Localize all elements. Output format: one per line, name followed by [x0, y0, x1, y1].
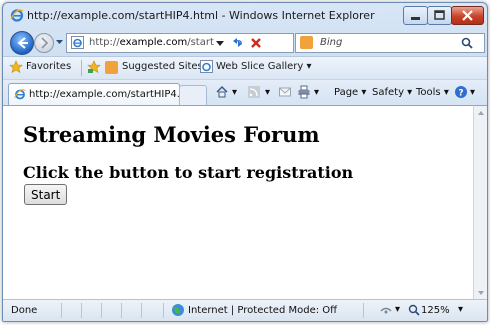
help-icon[interactable]: ? [454, 85, 468, 99]
status-divider [101, 303, 102, 318]
forward-button[interactable] [34, 33, 54, 53]
address-url: http://example.com/start [89, 37, 214, 48]
zoom-level[interactable]: 125% [421, 305, 450, 316]
suggested-sites-icon [105, 61, 118, 74]
feeds-dropdown-icon[interactable]: ▾ [265, 87, 270, 98]
status-divider [61, 303, 62, 318]
safety-menu[interactable]: Safety ▾ [372, 87, 412, 98]
window-title: http://example.com/startHIP4.html - Wind… [27, 9, 375, 22]
search-icon[interactable] [460, 36, 474, 50]
new-tab-button[interactable] [179, 85, 207, 105]
refresh-icon[interactable] [230, 35, 245, 50]
feeds-icon[interactable] [247, 85, 261, 99]
page-menu[interactable]: Page ▾ [334, 87, 366, 98]
toolbar-divider [81, 60, 82, 76]
status-divider [141, 303, 142, 318]
title-bar: http://example.com/startHIP4.html - Wind… [3, 3, 487, 27]
address-dropdown-icon[interactable] [216, 39, 224, 47]
web-slice-icon [200, 60, 213, 73]
svg-text:?: ? [458, 89, 463, 99]
minimize-icon [411, 17, 420, 20]
status-bar: Done Internet | Protected Mode: Off ▾ 12… [3, 299, 487, 321]
stop-icon[interactable] [249, 36, 263, 50]
help-dropdown-icon[interactable]: ▾ [470, 87, 475, 98]
recent-pages-dropdown-icon[interactable] [55, 37, 64, 46]
favorites-star-icon [9, 60, 23, 74]
page-content: Streaming Movies Forum Click the button … [3, 105, 473, 300]
favorites-button[interactable]: Favorites [26, 61, 71, 72]
internet-zone-globe-icon [172, 304, 184, 316]
start-button[interactable]: Start [24, 184, 68, 205]
ie-logo-icon [10, 9, 24, 22]
navigation-bar: http://example.com/start Bing [3, 29, 487, 55]
status-divider [121, 303, 122, 318]
favorites-bar: Favorites Suggested Sites ▾ Web Slice Ga… [3, 56, 487, 79]
zoom-icon[interactable] [407, 303, 421, 317]
home-icon[interactable] [215, 85, 229, 99]
forward-arrow-icon [41, 37, 49, 49]
browser-window: http://example.com/startHIP4.html - Wind… [2, 2, 488, 322]
back-arrow-icon [17, 37, 28, 49]
vertical-scrollbar[interactable] [473, 105, 488, 300]
tab-label: http://example.com/startHIP4.ht... [29, 89, 200, 100]
suggested-sites-link[interactable]: Suggested Sites ▾ [122, 61, 211, 72]
search-placeholder: Bing [320, 37, 343, 48]
tools-menu[interactable]: Tools ▾ [416, 87, 449, 98]
bing-logo-icon [300, 36, 313, 49]
print-dropdown-icon[interactable]: ▾ [314, 87, 319, 98]
web-slice-gallery-link[interactable]: Web Slice Gallery ▾ [216, 61, 312, 72]
zoom-dropdown-icon[interactable]: ▾ [458, 304, 463, 315]
maximize-button[interactable] [427, 6, 452, 25]
status-divider [81, 303, 82, 318]
tab-bar: http://example.com/startHIP4.ht... ▾ ▾ ▾… [3, 79, 487, 106]
search-field[interactable]: Bing [295, 33, 485, 53]
print-icon[interactable] [297, 85, 311, 99]
read-mail-icon[interactable] [278, 85, 292, 99]
security-zone-text: Internet | Protected Mode: Off [188, 305, 338, 316]
page-heading: Streaming Movies Forum [23, 122, 320, 147]
tab-active[interactable]: http://example.com/startHIP4.ht... [8, 83, 200, 106]
page-subheading: Click the button to start registration [23, 163, 354, 182]
scroll-up-icon[interactable] [474, 106, 488, 120]
status-text: Done [11, 305, 38, 316]
home-dropdown-icon[interactable]: ▾ [232, 87, 237, 98]
maximize-icon [434, 10, 445, 20]
protected-mode-icon[interactable] [379, 303, 393, 317]
minimize-button[interactable] [403, 6, 428, 25]
status-divider [163, 303, 164, 318]
close-button[interactable] [451, 6, 484, 25]
protected-mode-dropdown-icon[interactable]: ▾ [395, 304, 400, 315]
scroll-down-icon[interactable] [474, 286, 488, 300]
page-icon [71, 36, 84, 49]
address-field[interactable]: http://example.com/start [66, 33, 294, 53]
close-icon [462, 10, 473, 21]
status-divider [363, 303, 364, 318]
add-favorite-icon[interactable] [87, 60, 101, 74]
back-button[interactable] [10, 31, 34, 55]
tab-page-icon [14, 89, 26, 100]
